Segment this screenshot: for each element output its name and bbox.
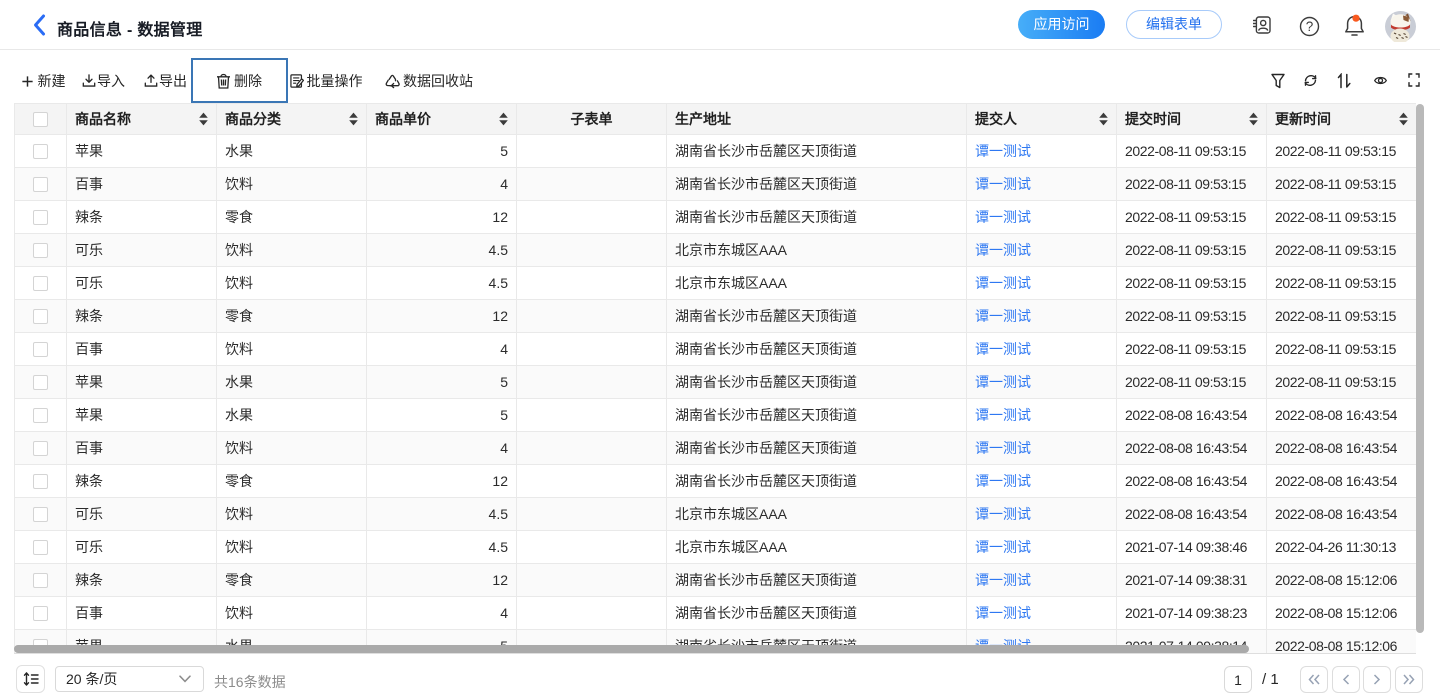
svg-text:?: ? xyxy=(1306,19,1314,34)
